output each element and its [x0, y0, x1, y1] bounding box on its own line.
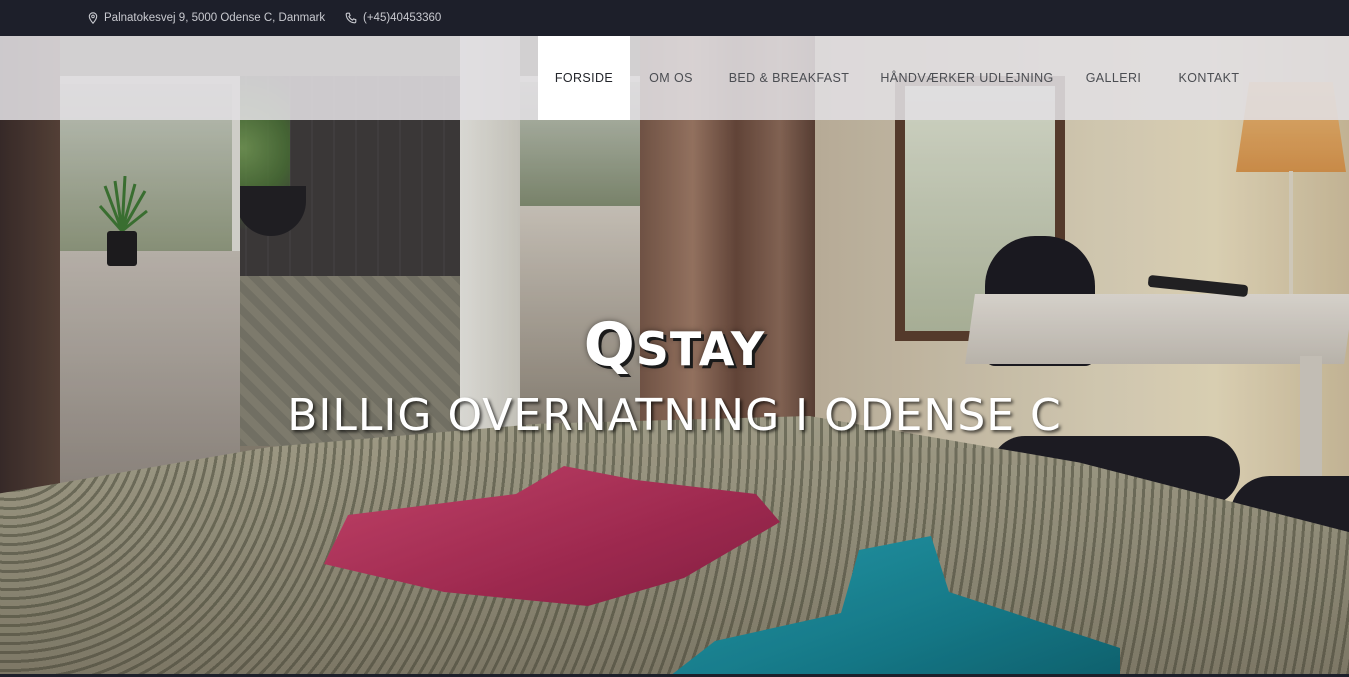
nav-item-bed-breakfast[interactable]: BED & BREAKFAST: [712, 36, 866, 120]
hero-tagline: BILLIG OVERNATNING I ODENSE C: [287, 390, 1062, 441]
phone-icon: [345, 12, 357, 24]
address-info: Palnatokesvej 9, 5000 Odense C, Danmark: [88, 0, 325, 36]
main-nav: FORSIDE OM OS BED & BREAKFAST HÅNDVÆRKER…: [0, 36, 1349, 120]
qstay-logo: QSTAY: [0, 310, 1349, 380]
nav-item-om-os[interactable]: OM OS: [630, 36, 712, 120]
phone-text[interactable]: (+45)40453360: [363, 12, 441, 24]
nav-item-haandvaerker-udlejning[interactable]: HÅNDVÆRKER UDLEJNING: [866, 36, 1068, 120]
top-info-bar: Palnatokesvej 9, 5000 Odense C, Danmark …: [0, 0, 1349, 36]
map-pin-icon: [88, 12, 98, 24]
nav-item-galleri[interactable]: GALLERI: [1068, 36, 1159, 120]
address-text: Palnatokesvej 9, 5000 Odense C, Danmark: [104, 12, 326, 24]
phone-info[interactable]: (+45)40453360: [345, 0, 441, 36]
nav-item-forside[interactable]: FORSIDE: [538, 36, 630, 120]
logo-letter-q: Q: [583, 310, 636, 380]
nav-item-kontakt[interactable]: KONTAKT: [1159, 36, 1259, 120]
logo-text: STAY: [635, 322, 766, 376]
